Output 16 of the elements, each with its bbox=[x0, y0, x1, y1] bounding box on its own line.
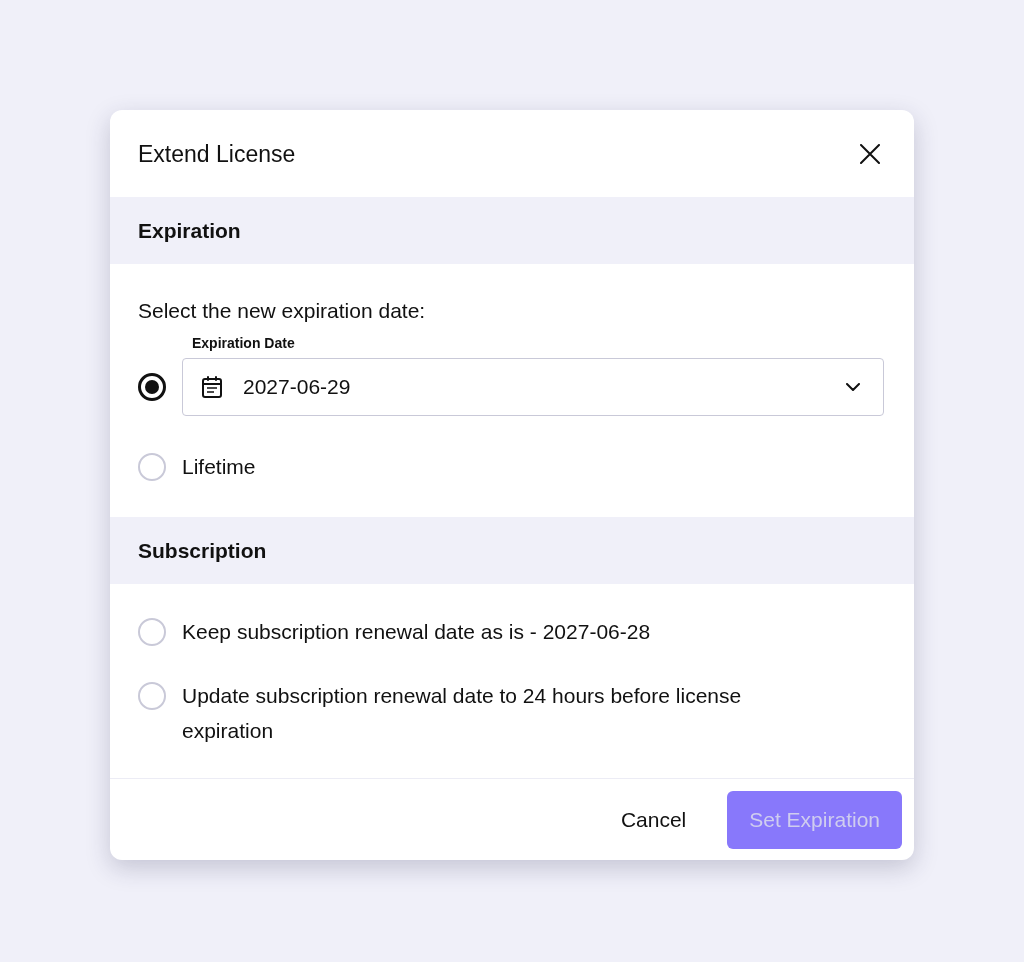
dialog-title: Extend License bbox=[138, 139, 296, 168]
date-value: 2027-06-29 bbox=[243, 374, 351, 400]
date-field[interactable]: 2027-06-29 bbox=[182, 358, 884, 416]
prompt-text: Select the new expiration date: bbox=[138, 298, 426, 324]
close-button[interactable] bbox=[858, 141, 882, 166]
close-icon bbox=[860, 143, 880, 164]
chevron-down-icon bbox=[846, 383, 860, 391]
option-label: Keep subscription renewal date as is - 2027-06-28 bbox=[182, 619, 651, 645]
radio-button[interactable] bbox=[138, 373, 166, 401]
field-label: Expiration Date bbox=[192, 335, 295, 351]
calendar-icon bbox=[202, 376, 222, 398]
section-heading: Subscription bbox=[138, 537, 267, 564]
cancel-button[interactable]: Cancel bbox=[600, 791, 707, 849]
option-label: Update subscription renewal date to 24 hours before license expiration bbox=[182, 683, 743, 744]
section-heading: Expiration bbox=[138, 217, 241, 244]
option-label: Lifetime bbox=[182, 454, 256, 480]
